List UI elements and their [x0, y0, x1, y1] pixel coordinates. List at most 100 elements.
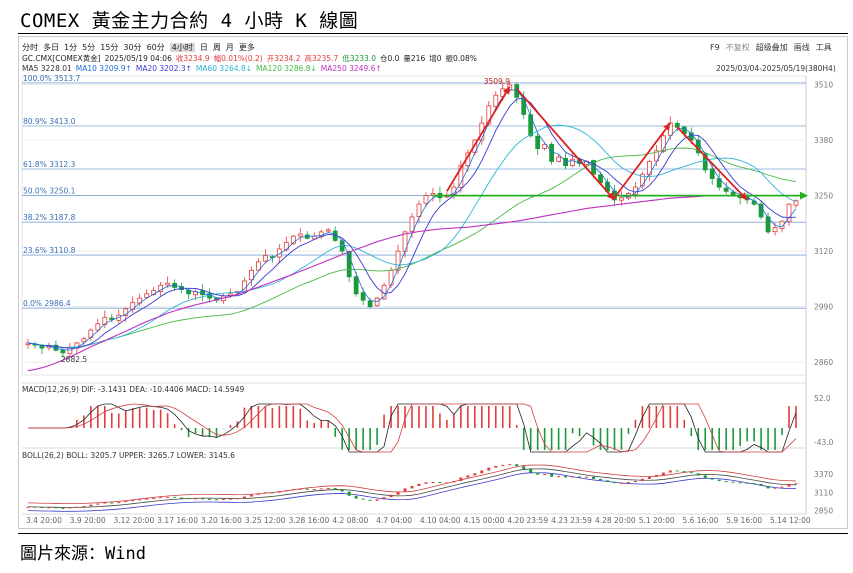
- boll-candle-79: [578, 476, 582, 478]
- candle-body-57: [423, 195, 429, 204]
- ma120-line: [27, 147, 797, 348]
- candle-body-52: [388, 269, 394, 286]
- boll-candle-30: [235, 498, 239, 500]
- high-annotation: 3509.9: [484, 77, 510, 86]
- candlestick-chart: 3510 3380 3250 3120 2990 2860 100.0% 3513.7 80.…: [21, 74, 834, 525]
- x-tick-label-8: 4.7 04:00: [376, 516, 412, 525]
- x-tick-label-2: 3.12 20:00: [114, 516, 155, 525]
- boll-candle-14: [124, 501, 128, 503]
- candle-body-72: [528, 114, 534, 137]
- boll-candle-32: [249, 494, 253, 497]
- boll-candle-71: [522, 466, 526, 470]
- boll-candle-76: [557, 476, 561, 478]
- boll-candle-84: [612, 481, 616, 484]
- y-tick-label-5: 2860: [814, 358, 833, 367]
- boll-candle-101: [731, 481, 735, 483]
- footer-divider: [18, 533, 848, 534]
- boll-candle-36: [277, 491, 281, 493]
- candle-body-98: [709, 168, 715, 179]
- macd-tick-0: 52.0: [814, 394, 831, 403]
- boll-candle-2: [40, 507, 44, 509]
- candle-body-85: [619, 197, 624, 201]
- boll-candle-16: [138, 499, 142, 501]
- candle-body-49: [367, 300, 373, 308]
- boll-candle-19: [159, 497, 163, 499]
- boll-candle-15: [131, 500, 135, 502]
- boll-candle-83: [605, 480, 609, 482]
- boll-candle-8: [82, 506, 86, 508]
- x-tick-label-3: 3.17 16:00: [157, 516, 198, 525]
- boll-candle-92: [668, 470, 672, 473]
- boll-candle-4: [54, 507, 58, 509]
- boll-candle-65: [480, 470, 484, 474]
- candle-body-100: [723, 187, 729, 192]
- x-tick-label-6: 3.28 16:00: [289, 516, 330, 525]
- boll-candle-53: [396, 491, 400, 495]
- boll-candle-62: [459, 477, 463, 482]
- boll-candle-29: [228, 498, 232, 500]
- boll-candle-11: [103, 502, 107, 504]
- candle-group: [25, 81, 799, 358]
- candle-body-8: [81, 338, 87, 343]
- candle-body-34: [262, 254, 268, 262]
- boll-candle-72: [529, 469, 533, 473]
- fib-label-1: 80.9% 3413.0: [23, 117, 76, 126]
- candle-body-48: [360, 292, 366, 301]
- boll-header: BOLL(26,2) BOLL: 3205.7 UPPER: 3265.7 LO…: [22, 451, 235, 460]
- boll-upper-line: [27, 464, 797, 504]
- boll-candle-34: [263, 492, 267, 494]
- x-tick-label-17: 5.14 12:00: [770, 516, 811, 525]
- candle-body-67: [493, 94, 499, 108]
- boll-candle-100: [724, 481, 728, 483]
- boll-candle-106: [766, 485, 770, 489]
- boll-candle-69: [508, 464, 512, 466]
- y-tick-label-1: 3380: [814, 136, 833, 145]
- boll-candle-18: [152, 498, 156, 500]
- boll-candle-109: [787, 483, 791, 487]
- candle-body-77: [563, 157, 568, 167]
- fib-label-5: 23.6% 3110.8: [23, 246, 76, 255]
- boll-candle-13: [117, 502, 121, 504]
- boll-candle-45: [340, 489, 344, 492]
- boll-candle-63: [466, 475, 470, 478]
- boll-candle-85: [619, 482, 623, 484]
- neckline-arrowhead: [800, 191, 808, 200]
- boll-candle-49: [368, 499, 372, 501]
- candle-body-89: [646, 161, 652, 176]
- boll-candle-5: [61, 507, 65, 509]
- boll-candle-82: [599, 478, 603, 481]
- boll-candle-59: [438, 482, 442, 484]
- boll-candle-54: [403, 488, 407, 492]
- candle-body-76: [556, 156, 562, 162]
- x-tick-label-5: 3.25 12:00: [245, 516, 286, 525]
- macd-tick-1: -43.0: [814, 438, 834, 447]
- candle-body-107: [772, 227, 778, 233]
- boll-candle-94: [682, 471, 686, 473]
- candle-body-93: [674, 123, 680, 128]
- macd-histogram: [69, 406, 797, 450]
- boll-candle-75: [550, 473, 554, 477]
- candle-body-73: [535, 135, 541, 150]
- boll-candle-68: [501, 464, 505, 466]
- fib-label-4: 38.2% 3187.8: [23, 213, 76, 222]
- arrow-rally-1: [446, 86, 511, 192]
- fib-label-3: 50.0% 3250.1: [23, 187, 76, 196]
- boll-candle-107: [773, 487, 777, 489]
- boll-tick-1: 3110: [814, 488, 833, 497]
- boll-candle-55: [410, 485, 414, 489]
- x-tick-label-13: 4.28 20:00: [595, 516, 636, 525]
- x-tick-label-7: 4.2 08:00: [332, 516, 368, 525]
- boll-candle-25: [201, 498, 205, 500]
- boll-lower-line: [27, 472, 797, 512]
- boll-candle-7: [75, 506, 79, 508]
- candle-body-109: [786, 203, 792, 222]
- candle-body-75: [549, 143, 555, 162]
- boll-candle-90: [654, 475, 658, 477]
- x-tick-label-4: 3.20 16:00: [201, 516, 242, 525]
- x-tick-label-15: 5.6 16:00: [682, 516, 718, 525]
- boll-candle-28: [221, 498, 225, 500]
- boll-candle-33: [256, 493, 260, 495]
- boll-candle-87: [633, 481, 637, 483]
- x-tick-label-11: 4.20 23:59: [507, 516, 548, 525]
- boll-tick-2: 2850: [814, 507, 833, 516]
